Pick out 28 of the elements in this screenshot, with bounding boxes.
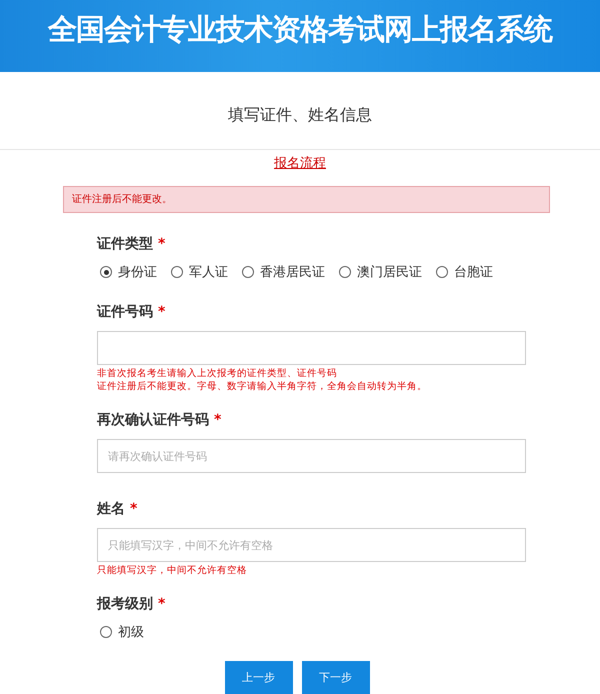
- hint-text: 非首次报名考生请输入上次报考的证件类型、证件号码: [97, 367, 338, 380]
- field-label: 证件类型: [97, 235, 153, 254]
- step-button[interactable]: 上一步: [224, 661, 292, 694]
- radio-option[interactable]: 初级: [100, 623, 144, 642]
- input-field[interactable]: [97, 331, 526, 366]
- page-title: 填写证件、姓名信息: [228, 104, 372, 126]
- field-label: 再次确认证件号码: [97, 411, 209, 430]
- radio-option[interactable]: 身份证: [100, 263, 157, 282]
- required-mark: *: [158, 236, 166, 252]
- alert-message: 证件注册后不能更改。: [63, 186, 550, 214]
- system-title: 全国会计专业技术资格考试网上报名系统: [48, 11, 552, 48]
- radio-option[interactable]: 澳门居民证: [339, 263, 422, 282]
- hint-text: 只能填写汉字，中间不允许有空格: [97, 564, 248, 578]
- field-label: 姓名: [97, 500, 125, 518]
- required-mark: *: [158, 596, 166, 612]
- process-link[interactable]: 报名流程: [274, 154, 326, 172]
- field-label: 报考级别: [97, 595, 153, 614]
- field-label: 证件号码: [97, 303, 153, 322]
- required-mark: *: [130, 501, 138, 518]
- required-mark: *: [214, 412, 222, 428]
- required-mark: *: [158, 304, 166, 320]
- hint-text: 证件注册后不能更改。字母、数字请输入半角字符，全角会自动转为半角。: [97, 380, 428, 394]
- radio-option[interactable]: 台胞证: [436, 263, 493, 282]
- input-field[interactable]: 请再次确认证件号码: [97, 439, 526, 474]
- input-field[interactable]: 只能填写汉字，中间不允许有空格: [97, 528, 526, 562]
- step-button[interactable]: 下一步: [302, 661, 370, 694]
- radio-option[interactable]: 军人证: [171, 263, 228, 282]
- radio-option[interactable]: 香港居民证: [242, 263, 325, 282]
